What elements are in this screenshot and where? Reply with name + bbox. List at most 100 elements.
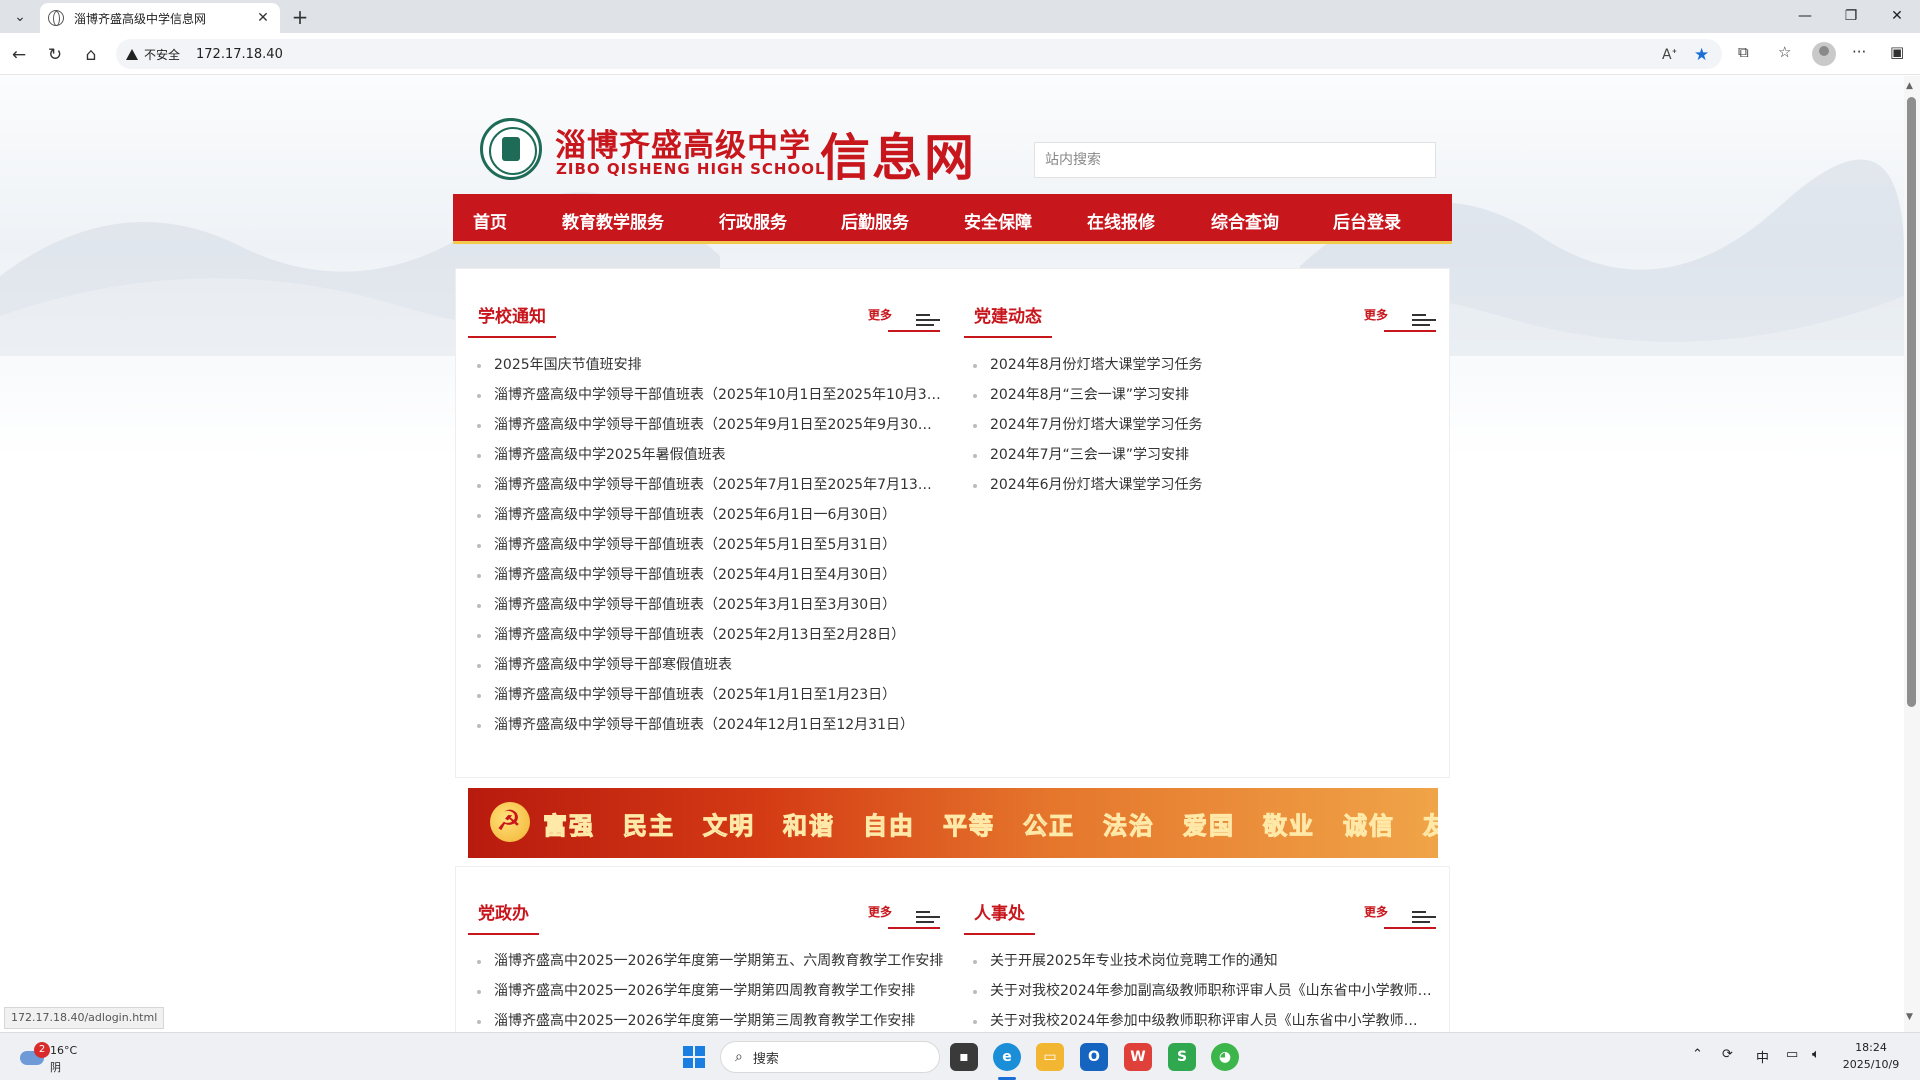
party-office-header: 党政办 更多	[468, 899, 940, 939]
weather-widget[interactable]: 2 16°C 阴	[14, 1041, 84, 1074]
list-item[interactable]: 淄博齐盛高中2025一2026学年度第一学期第五、六周教育教学工作安排	[474, 946, 944, 976]
spreadsheet-app-icon[interactable]: S	[1168, 1043, 1196, 1071]
list-item[interactable]: 淄博齐盛高级中学领导干部值班表（2025年9月1日至2025年9月30日）	[474, 410, 944, 440]
core-values-banner[interactable]: 富强 民主 文明 和谐 自由 平等 公正 法治 爱国 敬业 诚信 友善	[468, 788, 1438, 858]
list-item[interactable]: 淄博齐盛高级中学2025年暑假值班表	[474, 440, 944, 470]
weather-condition: 阴	[50, 1061, 61, 1074]
clock-date: 2025/10/9	[1842, 1058, 1900, 1071]
address-bar[interactable]: 不安全 172.17.18.40 Aᐩ ★	[116, 39, 1722, 69]
hr-more[interactable]: 更多	[1364, 903, 1388, 920]
outlook-icon[interactable]: O	[1080, 1043, 1108, 1071]
value-word: 和谐	[783, 811, 835, 841]
favorites-icon[interactable]: ☆	[1778, 43, 1791, 61]
list-item[interactable]: 淄博齐盛高级中学领导干部值班表（2024年12月1日至12月31日）	[474, 710, 944, 740]
more-list-icon[interactable]	[1412, 911, 1436, 927]
task-view-icon[interactable]: ▪	[950, 1043, 978, 1071]
network-icon[interactable]: ▭	[1786, 1047, 1798, 1062]
school-notice-more[interactable]: 更多	[868, 306, 892, 323]
list-item[interactable]: 淄博齐盛高级中学领导干部值班表（2025年6月1日一6月30日）	[474, 500, 944, 530]
nav-backend-login[interactable]: 后台登录	[1333, 208, 1401, 233]
wps-office-icon[interactable]: W	[1124, 1043, 1152, 1071]
nav-logistics[interactable]: 后勤服务	[841, 208, 909, 233]
window-close-icon[interactable]: ✕	[1874, 4, 1920, 28]
list-item[interactable]: 2024年8月“三会一课”学习安排	[970, 380, 1436, 410]
party-news-more[interactable]: 更多	[1364, 306, 1388, 323]
edge-browser-icon[interactable]: e	[993, 1043, 1021, 1071]
nav-query[interactable]: 综合查询	[1211, 208, 1279, 233]
sync-icon[interactable]: ⟳	[1722, 1047, 1733, 1062]
list-item[interactable]: 2024年8月份灯塔大课堂学习任务	[970, 350, 1436, 380]
list-item[interactable]: 2024年7月份灯塔大课堂学习任务	[970, 410, 1436, 440]
file-explorer-icon[interactable]: ▭	[1036, 1043, 1064, 1071]
more-menu-icon[interactable]: ···	[1852, 43, 1866, 61]
read-aloud-icon[interactable]: Aᐩ	[1662, 47, 1677, 63]
list-item[interactable]: 淄博齐盛高级中学领导干部值班表（2025年7月1日至2025年7月13日）	[474, 470, 944, 500]
url-text[interactable]: 172.17.18.40	[196, 47, 283, 62]
extensions-icon[interactable]: ⧉	[1738, 43, 1749, 61]
more-underline	[888, 330, 940, 332]
list-item[interactable]: 淄博齐盛高级中学领导干部值班表（2025年10月1日至2025年10月31日）	[474, 380, 944, 410]
list-item[interactable]: 淄博齐盛高级中学领导干部值班表（2025年1月1日至1月23日）	[474, 680, 944, 710]
sidebar-icon[interactable]: ▣	[1890, 43, 1904, 61]
school-notice-header: 学校通知 更多	[468, 302, 940, 342]
value-word: 富强	[543, 811, 595, 841]
value-word: 自由	[863, 811, 915, 841]
tray-chevron-up-icon[interactable]: ⌃	[1692, 1047, 1703, 1062]
new-tab-plus-icon[interactable]: +	[287, 5, 313, 29]
list-item[interactable]: 淄博齐盛高级中学领导干部值班表（2025年3月1日至3月30日）	[474, 590, 944, 620]
list-item[interactable]: 关于对我校2024年参加中级教师职称评审人员《山东省中小学教师…	[970, 1006, 1436, 1032]
tab-close-icon[interactable]: ✕	[254, 10, 272, 26]
list-item[interactable]: 关于对我校2024年参加副高级教师职称评审人员《山东省中小学教师…	[970, 976, 1436, 1006]
nav-admin[interactable]: 行政服务	[719, 208, 787, 233]
party-news-title[interactable]: 党建动态	[964, 302, 1052, 338]
back-arrow-icon[interactable]: ←	[6, 42, 32, 68]
list-item[interactable]: 淄博齐盛高级中学领导干部值班表（2025年4月1日至4月30日）	[474, 560, 944, 590]
nav-safety[interactable]: 安全保障	[964, 208, 1032, 233]
restore-icon[interactable]: ❐	[1828, 4, 1874, 28]
list-item[interactable]: 关于开展2025年专业技术岗位竞聘工作的通知	[970, 946, 1436, 976]
more-list-icon[interactable]	[1412, 314, 1436, 330]
wechat-icon[interactable]: ◕	[1211, 1043, 1239, 1071]
browser-tab-bar: ⌄ 淄博齐盛高级中学信息网 ✕ + — ❐ ✕	[0, 0, 1920, 33]
refresh-icon[interactable]: ↻	[42, 42, 68, 68]
start-windows-icon[interactable]	[683, 1046, 705, 1068]
list-item[interactable]: 淄博齐盛高级中学领导干部值班表（2025年5月1日至5月31日）	[474, 530, 944, 560]
minimize-icon[interactable]: —	[1782, 4, 1828, 28]
nav-teaching[interactable]: 教育教学服务	[562, 208, 664, 233]
ime-indicator[interactable]: 中	[1756, 1047, 1769, 1066]
tab-title: 淄博齐盛高级中学信息网	[74, 11, 207, 26]
insecure-label[interactable]: 不安全	[144, 46, 180, 63]
notification-badge: 2	[34, 1042, 50, 1058]
nav-repair[interactable]: 在线报修	[1087, 208, 1155, 233]
list-item[interactable]: 2024年6月份灯塔大课堂学习任务	[970, 470, 1436, 500]
school-notice-title[interactable]: 学校通知	[468, 302, 556, 338]
taskbar-search[interactable]: ⌕ 搜索	[720, 1041, 940, 1073]
system-clock[interactable]: 18:24 2025/10/9	[1836, 1039, 1906, 1073]
volume-muted-icon[interactable]: 🔈︎	[1812, 1047, 1820, 1062]
list-item[interactable]: 淄博齐盛高级中学领导干部寒假值班表	[474, 650, 944, 680]
list-item[interactable]: 2024年7月“三会一课”学习安排	[970, 440, 1436, 470]
more-list-icon[interactable]	[916, 911, 940, 927]
core-values: 富强 民主 文明 和谐 自由 平等 公正 法治 爱国 敬业 诚信 友善	[543, 806, 1439, 841]
favorite-star-icon[interactable]: ★	[1694, 45, 1709, 65]
scroll-up-icon[interactable]: ▲	[1906, 81, 1913, 91]
more-list-icon[interactable]	[916, 314, 940, 330]
party-office-more[interactable]: 更多	[868, 903, 892, 920]
school-seal-icon	[480, 118, 542, 180]
profile-avatar[interactable]	[1812, 42, 1836, 66]
nav-home[interactable]: 首页	[473, 208, 507, 233]
scroll-down-icon[interactable]: ▼	[1906, 1012, 1913, 1022]
list-item[interactable]: 2025年国庆节值班安排	[474, 350, 944, 380]
hr-list: 关于开展2025年专业技术岗位竞聘工作的通知 关于对我校2024年参加副高级教师…	[970, 946, 1436, 1032]
party-office-title[interactable]: 党政办	[468, 899, 539, 935]
home-icon[interactable]: ⌂	[78, 42, 104, 68]
hr-title[interactable]: 人事处	[964, 899, 1035, 935]
site-search-input[interactable]	[1034, 142, 1436, 178]
value-word: 友善	[1423, 811, 1439, 841]
list-item[interactable]: 淄博齐盛高级中学领导干部值班表（2025年2月13日至2月28日）	[474, 620, 944, 650]
scroll-thumb[interactable]	[1907, 97, 1916, 707]
list-item[interactable]: 淄博齐盛高中2025一2026学年度第一学期第四周教育教学工作安排	[474, 976, 944, 1006]
tab-list-chevron-icon[interactable]: ⌄	[8, 6, 32, 28]
browser-tab[interactable]: 淄博齐盛高级中学信息网 ✕	[40, 3, 280, 33]
list-item[interactable]: 淄博齐盛高中2025一2026学年度第一学期第三周教育教学工作安排	[474, 1006, 944, 1032]
